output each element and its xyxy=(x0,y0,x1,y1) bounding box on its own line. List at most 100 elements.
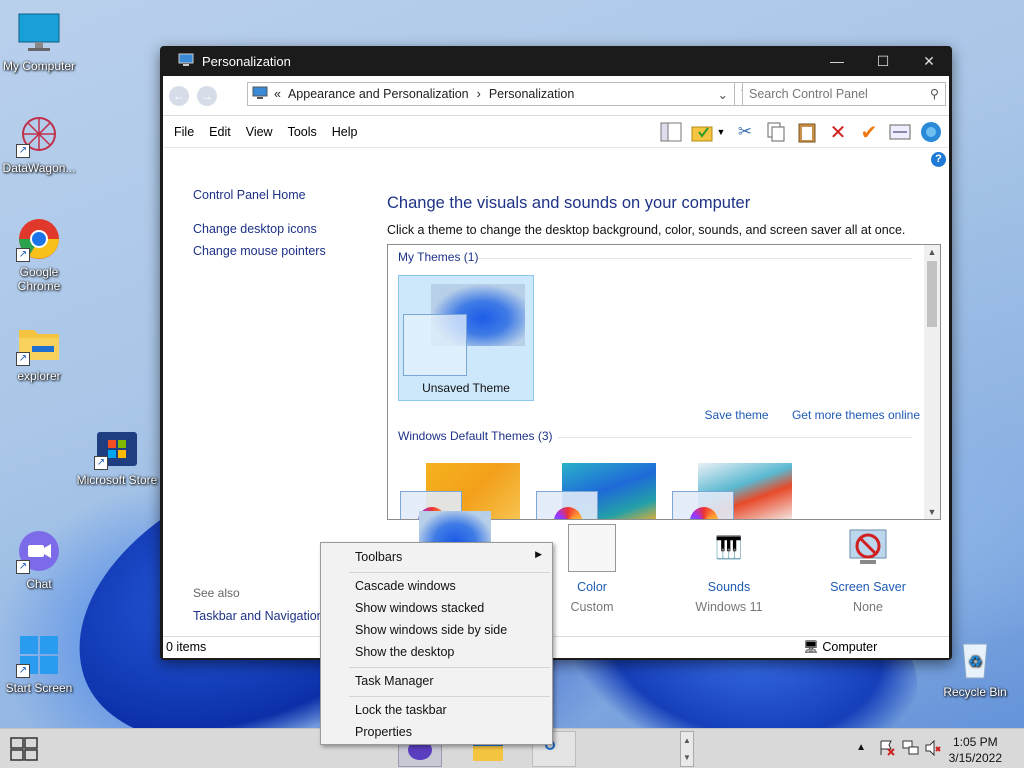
paste-icon[interactable] xyxy=(795,120,819,144)
window-client-area: ← → « Appearance and Personalization › P… xyxy=(163,76,949,658)
default-theme-tile[interactable] xyxy=(534,463,658,519)
menu-item-lock-taskbar[interactable]: Lock the taskbar xyxy=(355,703,447,717)
search-placeholder: Search Control Panel xyxy=(749,87,868,101)
menu-item-toolbars[interactable]: Toolbars xyxy=(355,550,402,564)
forward-arrow-icon[interactable]: → xyxy=(197,85,217,106)
color-setting[interactable]: Color Custom xyxy=(537,524,647,614)
menu-edit[interactable]: Edit xyxy=(209,125,231,139)
menu-separator xyxy=(349,667,550,668)
delete-icon[interactable]: ✕ xyxy=(826,120,850,144)
unsaved-theme-tile[interactable]: Unsaved Theme xyxy=(398,275,534,401)
menu-tools[interactable]: Tools xyxy=(288,125,317,139)
search-input[interactable]: Search Control Panel ⚲ xyxy=(742,82,946,106)
desktop-icon-label: Microsoft Store xyxy=(76,473,158,487)
close-icon[interactable]: ✕ xyxy=(906,46,952,76)
shortcut-arrow-icon: ↗ xyxy=(16,248,30,262)
taskbar-scroll-icon[interactable]: ▲ ▼ xyxy=(680,731,694,767)
checkmark-icon[interactable]: ✔ xyxy=(857,120,881,144)
help-icon[interactable]: ? xyxy=(931,152,946,167)
themes-list[interactable]: My Themes (1) Unsaved Theme Save theme G… xyxy=(387,244,941,520)
desktop-icon-chrome[interactable]: ↗ Google Chrome xyxy=(0,216,81,293)
desktop-icon-start-screen[interactable]: ↗ Start Screen xyxy=(0,632,81,695)
change-mouse-pointers-link[interactable]: Change mouse pointers xyxy=(193,244,326,258)
scroll-up-icon[interactable]: ▲ xyxy=(924,247,940,257)
control-panel-small-icon xyxy=(252,86,268,103)
menu-item-cascade-windows[interactable]: Cascade windows xyxy=(355,579,456,593)
menu-item-side-by-side[interactable]: Show windows side by side xyxy=(355,623,507,637)
sounds-icon: 🎹 xyxy=(715,535,743,560)
recycle-bin-icon: ♻ xyxy=(952,636,998,682)
desktop-icon-microsoft-store[interactable]: ↗ Microsoft Store xyxy=(75,424,159,487)
shortcut-arrow-icon: ↗ xyxy=(16,352,30,366)
address-bar[interactable]: « Appearance and Personalization › Perso… xyxy=(247,82,735,106)
breadcrumb-personalization[interactable]: Personalization xyxy=(489,87,574,101)
desktop-icon-label: Recycle Bin xyxy=(943,685,1007,699)
shell-icon[interactable] xyxy=(919,120,943,144)
scrollbar-thumb[interactable] xyxy=(927,261,937,327)
left-pane: Control Panel Home Change desktop icons … xyxy=(193,188,326,266)
shortcut-arrow-icon: ↗ xyxy=(94,456,108,470)
menu-item-show-desktop[interactable]: Show the desktop xyxy=(355,645,454,659)
menu-item-show-stacked[interactable]: Show windows stacked xyxy=(355,601,484,615)
sounds-setting[interactable]: 🎹 Sounds Windows 11 xyxy=(674,535,784,614)
default-theme-tile[interactable] xyxy=(670,463,794,519)
monitor-icon xyxy=(16,10,62,56)
theme-links: Save theme Get more themes online xyxy=(685,408,920,422)
properties-icon[interactable] xyxy=(888,120,912,144)
page-title: Change the visuals and sounds on your co… xyxy=(387,194,751,212)
personalization-window[interactable]: Personalization — ☐ ✕ ← → « Appearance a… xyxy=(160,46,952,660)
action-center-icon[interactable] xyxy=(878,739,896,760)
volume-muted-icon[interactable] xyxy=(924,739,942,760)
desktop-icon-chat[interactable]: ↗ Chat xyxy=(0,528,81,591)
screen-saver-setting[interactable]: Screen Saver None xyxy=(813,529,923,614)
show-hidden-icons-icon[interactable]: ▲ xyxy=(856,742,866,753)
color-setting-name: Color xyxy=(577,580,607,594)
themes-scrollbar[interactable]: ▲ ▼ xyxy=(924,245,940,519)
menu-item-properties[interactable]: Properties xyxy=(355,725,412,739)
get-more-themes-link[interactable]: Get more themes online xyxy=(792,408,920,422)
desktop-icon-my-computer[interactable]: My Computer xyxy=(0,10,81,73)
windows-logo-icon xyxy=(10,737,38,761)
chevron-down-icon[interactable]: ⌄ xyxy=(718,87,728,102)
save-theme-link[interactable]: Save theme xyxy=(705,408,769,422)
layout-pane-icon[interactable] xyxy=(659,120,683,144)
desktop-icon-explorer[interactable]: ↗ explorer xyxy=(0,320,81,383)
menu-file[interactable]: File xyxy=(174,125,194,139)
screen-saver-icon xyxy=(844,524,892,572)
network-icon[interactable] xyxy=(902,739,920,760)
clock-date: 3/15/2022 xyxy=(948,751,1002,765)
menu-view[interactable]: View xyxy=(246,125,273,139)
status-item-count: 0 items xyxy=(166,640,207,654)
desktop-icon-label: Chat xyxy=(26,577,52,591)
submenu-arrow-icon: ▶ xyxy=(535,549,542,559)
breadcrumb-separator-icon[interactable]: › xyxy=(477,87,481,101)
clock[interactable]: 1:05 PM 3/15/2022 xyxy=(949,734,1002,766)
shortcut-arrow-icon: ↗ xyxy=(16,144,30,158)
change-desktop-icons-link[interactable]: Change desktop icons xyxy=(193,222,326,236)
copy-icon[interactable] xyxy=(764,120,788,144)
dropdown-arrow-icon[interactable]: ▼ xyxy=(716,120,726,144)
status-computer: 🖥 Computer xyxy=(803,637,877,658)
start-button[interactable] xyxy=(10,737,38,761)
menu-separator xyxy=(349,572,550,573)
control-panel-home-link[interactable]: Control Panel Home xyxy=(193,188,326,202)
minimize-icon[interactable]: — xyxy=(814,46,860,76)
screen-saver-setting-name: Screen Saver xyxy=(830,580,906,594)
chat-icon: ↗ xyxy=(16,528,62,574)
breadcrumb-appearance[interactable]: Appearance and Personalization xyxy=(288,87,469,101)
screen-saver-setting-value: None xyxy=(853,600,883,614)
menu-item-task-manager[interactable]: Task Manager xyxy=(355,674,434,688)
menu-help[interactable]: Help xyxy=(332,125,358,139)
scroll-down-icon[interactable]: ▼ xyxy=(924,507,940,517)
shortcut-arrow-icon: ↗ xyxy=(16,560,30,574)
window-titlebar[interactable]: Personalization — ☐ ✕ xyxy=(160,46,952,76)
cut-icon[interactable]: ✂ xyxy=(733,120,757,144)
taskbar-navigation-link[interactable]: Taskbar and Navigation xyxy=(193,609,324,623)
folder-check-icon[interactable] xyxy=(690,120,714,144)
menu-separator xyxy=(349,696,550,697)
desktop-icon-datawagon[interactable]: ↗ DataWagon... xyxy=(0,112,81,175)
maximize-icon[interactable]: ☐ xyxy=(860,46,906,76)
back-arrow-icon[interactable]: ← xyxy=(169,85,189,106)
chrome-icon: ↗ xyxy=(16,216,62,262)
svg-text:♻: ♻ xyxy=(968,654,982,671)
